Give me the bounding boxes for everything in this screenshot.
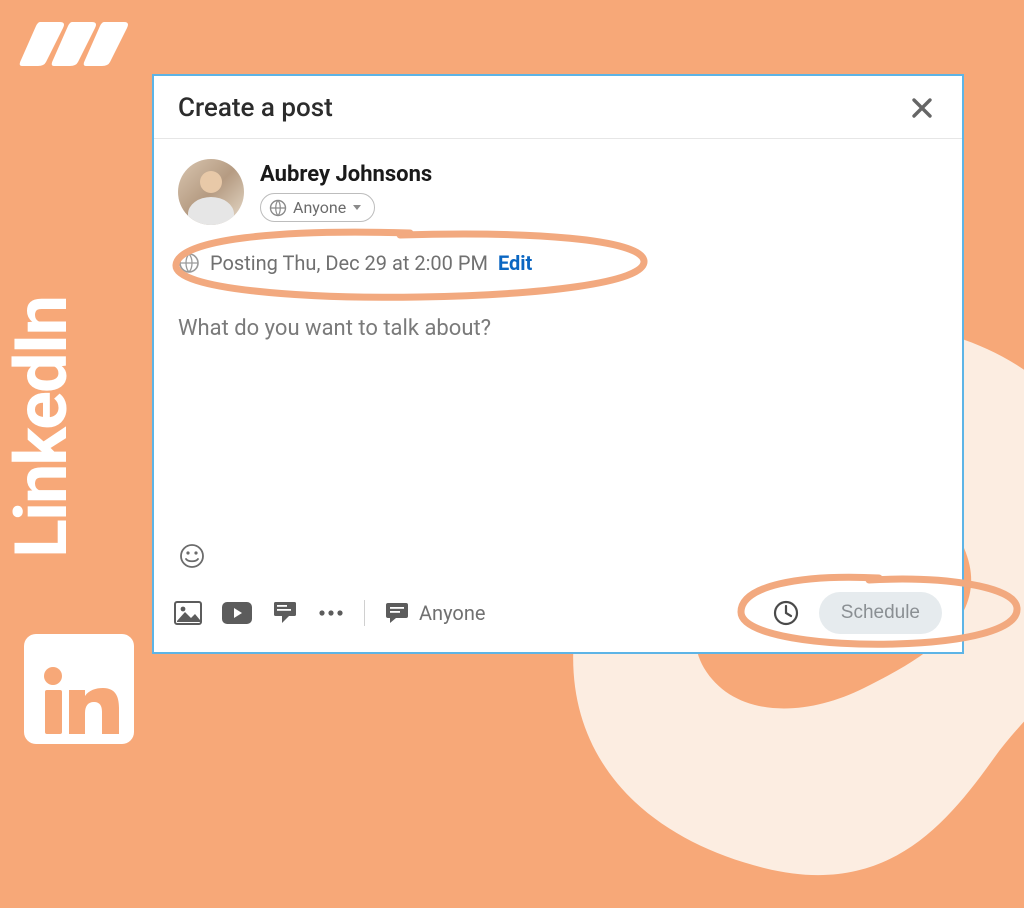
slash-decor (18, 18, 138, 68)
schedule-info-row: Posting Thu, Dec 29 at 2:00 PM Edit (154, 233, 962, 286)
comment-visibility-label: Anyone (419, 601, 485, 625)
chevron-down-icon (352, 204, 362, 212)
toolbar-divider (364, 600, 365, 626)
schedule-button[interactable]: Schedule (819, 592, 942, 634)
add-image-button[interactable] (174, 601, 202, 625)
toolbar: Anyone Schedule (154, 580, 962, 652)
close-button[interactable] (906, 92, 938, 124)
brand-side-label: LinkedIn (0, 297, 84, 558)
modal-title: Create a post (178, 93, 333, 123)
ellipsis-icon (318, 609, 344, 617)
globe-icon (178, 252, 200, 274)
smile-icon (178, 542, 206, 570)
avatar (178, 159, 244, 225)
linkedin-tile (24, 634, 134, 744)
add-document-button[interactable] (272, 601, 298, 625)
comment-visibility-button[interactable]: Anyone (385, 601, 485, 625)
globe-icon (269, 199, 287, 217)
comment-icon (385, 602, 409, 624)
author-row: Aubrey Johnsons Anyone (154, 139, 962, 233)
create-post-modal: Create a post Aubrey Johnsons Anyone (152, 74, 964, 654)
more-options-button[interactable] (318, 609, 344, 617)
visibility-selector[interactable]: Anyone (260, 193, 375, 222)
author-name: Aubrey Johnsons (260, 162, 432, 187)
video-icon (222, 602, 252, 624)
schedule-clock-button[interactable] (771, 598, 801, 628)
clock-icon (772, 599, 800, 627)
modal-header: Create a post (154, 76, 962, 139)
image-icon (174, 601, 202, 625)
post-placeholder: What do you want to talk about? (178, 316, 491, 341)
post-textarea[interactable]: What do you want to talk about? (154, 286, 962, 538)
edit-schedule-link[interactable]: Edit (498, 251, 532, 275)
document-icon (272, 601, 298, 625)
emoji-button[interactable] (178, 542, 938, 570)
add-video-button[interactable] (222, 602, 252, 624)
close-icon (911, 97, 933, 119)
visibility-label: Anyone (293, 198, 346, 217)
schedule-text: Posting Thu, Dec 29 at 2:00 PM (210, 251, 488, 275)
